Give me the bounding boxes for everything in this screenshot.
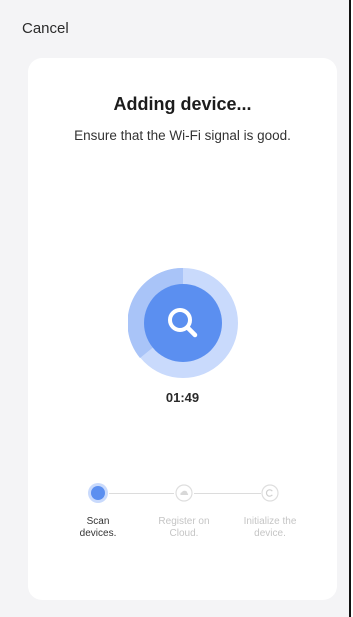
- add-device-screen: Cancel Adding device... Ensure that the …: [0, 0, 351, 617]
- step-initialize-label: Initialize the device.: [225, 516, 315, 540]
- step-register-label-line1: Register on: [158, 516, 210, 527]
- cancel-button[interactable]: Cancel: [22, 20, 69, 37]
- step-scan-label: Scan devices.: [53, 516, 143, 540]
- step-connector-2: [194, 493, 261, 494]
- step-initialize-label-line2: device.: [254, 528, 286, 539]
- scan-inner-circle: [144, 284, 222, 362]
- step-register-label-line2: Cloud.: [169, 528, 199, 539]
- page-subtitle: Ensure that the Wi-Fi signal is good.: [74, 128, 291, 143]
- step-scan-label-line1: Scan: [86, 516, 110, 527]
- scanning-indicator: [128, 268, 238, 378]
- step-register-label: Register on Cloud.: [139, 516, 229, 540]
- countdown-timer: 01:49: [165, 390, 200, 405]
- step-initialize-label-line1: Initialize the: [243, 516, 297, 527]
- step-connector-1: [109, 493, 174, 494]
- radio-dot-icon: [88, 483, 108, 503]
- cloud-icon: [175, 484, 193, 502]
- progress-steps: Scan devices. Register on Cloud. Initial…: [28, 482, 337, 552]
- step-initialize-indicator: [259, 482, 281, 504]
- progress-card: Adding device... Ensure that the Wi-Fi s…: [28, 58, 337, 600]
- step-scan-indicator: [87, 482, 109, 504]
- page-title: Adding device...: [113, 94, 252, 114]
- step-scan-label-line2: devices.: [79, 528, 117, 539]
- step-register-indicator: [173, 482, 195, 504]
- copyright-like-icon: [261, 484, 279, 502]
